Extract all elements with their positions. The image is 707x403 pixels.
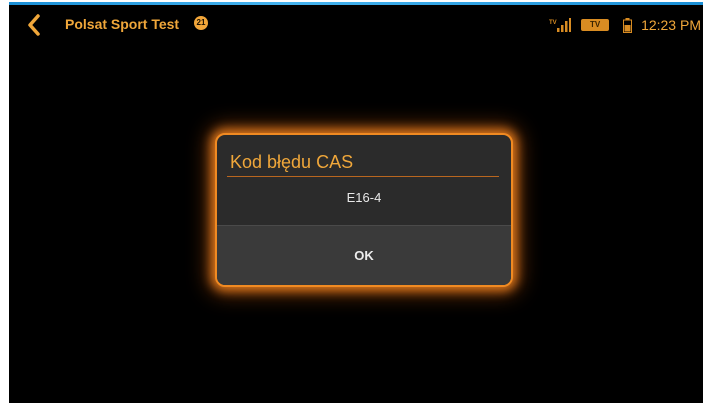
status-indicators: TV TV 12:23 PM	[549, 5, 703, 45]
clock: 12:23 PM	[641, 17, 701, 33]
screen-frame-edge	[703, 0, 707, 403]
channel-badge: 21	[194, 16, 208, 30]
app-screen: Polsat Sport Test 21 TV TV 12:23 PM Kod …	[9, 2, 703, 403]
chevron-left-icon	[28, 14, 40, 36]
tv-signal-icon: TV	[549, 18, 572, 32]
error-dialog: Kod błędu CAS E16-4 OK	[215, 133, 513, 287]
tv-badge: TV	[581, 19, 610, 31]
battery-icon	[623, 17, 633, 33]
error-code-message: E16-4	[346, 190, 382, 205]
back-button[interactable]	[19, 9, 49, 41]
svg-text:TV: TV	[549, 20, 557, 26]
dialog-title-divider	[227, 176, 499, 177]
channel-title: Polsat Sport Test	[65, 16, 180, 32]
status-bar: Polsat Sport Test 21 TV TV 12:23 PM	[9, 5, 703, 45]
ok-button[interactable]: OK	[217, 226, 511, 285]
dialog-title: Kod błędu CAS	[230, 152, 354, 172]
